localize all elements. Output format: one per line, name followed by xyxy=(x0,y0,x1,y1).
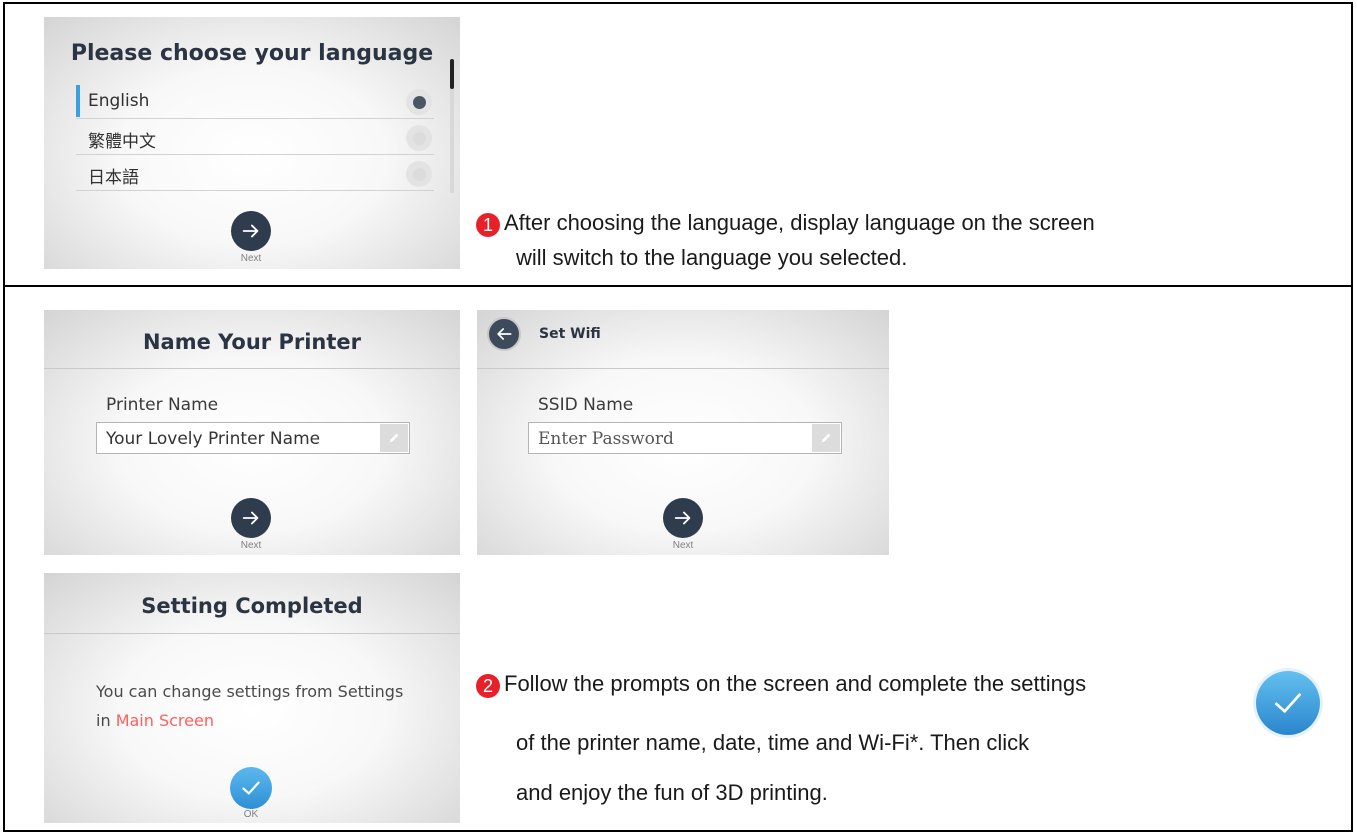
step1-text-line2: will switch to the language you selected… xyxy=(516,245,908,270)
step-number-badge: 1 xyxy=(476,213,500,237)
scrollbar-thumb[interactable] xyxy=(450,59,454,89)
title-divider xyxy=(44,368,460,369)
step2-text-line3: and enjoy the fun of 3D printing. xyxy=(516,780,828,805)
language-screen-title: Please choose your language xyxy=(70,41,434,66)
language-screen: Please choose your language English 繁體中文… xyxy=(44,17,460,269)
checkmark-icon xyxy=(242,781,260,795)
title-divider xyxy=(44,633,460,634)
arrow-right-icon xyxy=(674,511,691,525)
completion-message-line1: You can change settings from Settings xyxy=(96,682,404,701)
language-option-label: 日本語 xyxy=(88,168,139,188)
language-list-scrollbar[interactable] xyxy=(450,59,454,193)
password-placeholder: Enter Password xyxy=(538,429,674,449)
ok-button-caption: OK xyxy=(243,809,259,820)
radio-selected-icon[interactable] xyxy=(406,89,432,115)
pencil-icon[interactable] xyxy=(812,424,840,452)
name-printer-title: Name Your Printer xyxy=(142,330,362,354)
set-wifi-screen: Set Wifi SSID Name Enter Password Next xyxy=(477,310,889,555)
next-button-caption: Next xyxy=(240,253,262,264)
language-option-label: English xyxy=(88,91,150,111)
arrow-right-icon xyxy=(242,511,259,525)
setting-completed-title: Setting Completed xyxy=(141,594,363,618)
step2-text-line2: of the printer name, date, time and Wi-F… xyxy=(516,730,1030,755)
completion-message-in: in xyxy=(96,711,111,730)
main-screen-link[interactable]: Main Screen xyxy=(116,711,214,730)
setting-completed-screen: Setting Completed You can change setting… xyxy=(44,573,460,823)
ok-button[interactable] xyxy=(230,767,272,809)
radio-unselected-icon[interactable] xyxy=(406,125,432,151)
language-option-traditional-chinese[interactable]: 繁體中文 xyxy=(76,119,434,155)
step2-text-line1: Follow the prompts on the screen and com… xyxy=(504,671,1087,696)
set-wifi-title: Set Wifi xyxy=(539,326,601,342)
pencil-icon[interactable] xyxy=(380,424,408,452)
step1-text-line1: After choosing the language, display lan… xyxy=(504,210,1095,235)
next-button-caption: Next xyxy=(240,540,262,551)
language-option-label: 繁體中文 xyxy=(88,132,156,152)
checkmark-button-icon xyxy=(1256,671,1320,735)
printer-name-label: Printer Name xyxy=(106,395,219,415)
next-button[interactable] xyxy=(231,211,271,251)
arrow-left-icon xyxy=(497,328,512,340)
title-divider xyxy=(477,368,889,369)
section-divider xyxy=(3,285,1353,287)
next-button-caption: Next xyxy=(672,540,694,551)
ssid-name-label: SSID Name xyxy=(538,395,634,415)
language-option-japanese[interactable]: 日本語 xyxy=(76,155,434,191)
printer-name-field[interactable]: Your Lovely Printer Name xyxy=(96,422,410,454)
step-number-badge: 2 xyxy=(476,674,500,698)
completion-message-line2: in Main Screen xyxy=(96,706,436,735)
next-button[interactable] xyxy=(663,498,703,538)
language-option-english[interactable]: English xyxy=(76,83,434,119)
back-button[interactable] xyxy=(487,317,521,351)
next-button[interactable] xyxy=(231,498,271,538)
completion-message: You can change settings from Settings in… xyxy=(96,677,436,735)
name-printer-screen: Name Your Printer Printer Name Your Love… xyxy=(44,310,460,555)
printer-name-value: Your Lovely Printer Name xyxy=(106,429,321,449)
wifi-password-field[interactable]: Enter Password xyxy=(528,422,842,454)
radio-unselected-icon[interactable] xyxy=(406,161,432,187)
arrow-right-icon xyxy=(242,224,259,238)
